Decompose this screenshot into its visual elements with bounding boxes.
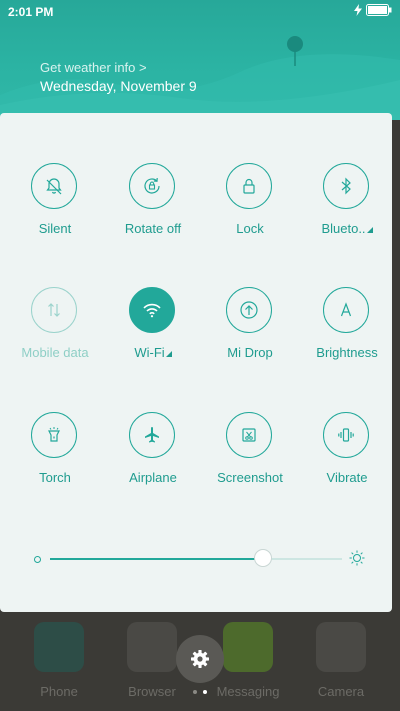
toggle-circle[interactable] [226,412,272,458]
toggle-vibrate[interactable]: Vibrate [298,412,396,522]
toggle-brightness[interactable]: Brightness [298,287,396,397]
toggle-wi-fi[interactable]: Wi-Fi [104,287,202,397]
brightness-low-icon [34,556,41,563]
toggle-label: Brightness [298,345,396,360]
expand-menu-icon[interactable] [366,227,373,233]
toggle-circle[interactable] [323,287,369,333]
toggle-label-text: Screenshot [217,470,283,485]
toggle-label-text: Silent [38,221,72,236]
wifi-icon [143,303,161,318]
toggle-airplane[interactable]: Airplane [104,412,202,522]
dock-app-label: Browser [128,684,176,699]
toggle-label: Torch [6,470,104,485]
mi-drop-icon [240,301,258,319]
toggle-label: Airplane [104,470,202,485]
messaging-app-icon [223,622,273,672]
toggle-circle[interactable] [31,287,77,333]
toggle-label: Silent [6,221,104,236]
expand-menu-icon[interactable] [165,351,172,357]
weather-link[interactable]: Get weather info > [40,60,147,75]
toggle-torch[interactable]: Torch [6,412,104,522]
toggle-circle[interactable] [129,163,175,209]
status-icons [354,4,392,16]
toggle-circle[interactable] [31,163,77,209]
toggle-label-text: Wi-Fi [134,345,165,360]
toggle-lock[interactable]: Lock [201,163,299,273]
toggle-circle[interactable] [323,163,369,209]
brightness-slider-thumb[interactable] [254,549,273,567]
toggle-screenshot[interactable]: Screenshot [201,412,299,522]
toggle-label-text: Mobile data [21,345,89,360]
dock-app-label: Camera [317,684,365,699]
toggle-label-text: Airplane [129,470,177,485]
toggle-label: Lock [201,221,299,236]
toggle-label-text: Lock [236,221,264,236]
toggle-circle[interactable] [129,412,175,458]
mobile-data-icon [48,303,60,317]
toggle-label-text: Torch [39,470,71,485]
toggle-circle[interactable] [129,287,175,333]
toggle-label: Vibrate [298,470,396,485]
date-label: Wednesday, November 9 [40,78,197,94]
settings-button[interactable] [176,635,224,683]
charging-icon [354,4,362,16]
toggle-mobile-data[interactable]: Mobile data [6,287,104,397]
toggle-label: Mi Drop [201,345,299,360]
dock-app-label: Phone [40,684,78,699]
notification-header: 2:01 PM Get weather info > Wednesday, No… [0,0,400,120]
toggle-label: Screenshot [201,470,299,485]
toggle-label-text: Brightness [316,345,378,360]
toggle-blueto[interactable]: Blueto.. [298,163,396,273]
bell-off-icon [46,178,62,195]
toggle-silent[interactable]: Silent [6,163,104,273]
toggle-circle[interactable] [31,412,77,458]
battery-icon [366,4,392,16]
torch-icon [48,427,60,442]
page-indicator [193,690,207,694]
browser-app-icon [127,622,177,672]
toggle-label: Mobile data [6,345,104,360]
bluetooth-icon [341,177,351,195]
lock-icon [243,178,255,194]
toggle-label: Wi-Fi [104,345,202,360]
brightness-auto-icon [340,302,352,317]
toggle-circle[interactable] [226,287,272,333]
gear-icon [191,650,209,668]
brightness-slider[interactable] [50,549,342,567]
camera-app-icon [316,622,366,672]
dock-app-camera[interactable]: Camera [301,622,381,699]
airplane-icon [145,427,159,443]
dock-app-label: Messaging [216,684,280,699]
dock-app-phone[interactable]: Phone [19,622,99,699]
toggle-circle[interactable] [226,163,272,209]
toggle-circle[interactable] [323,412,369,458]
page-dot [203,690,207,694]
quick-settings-panel: Silent Rotate off Lock Blueto.. Mobile data W… [0,113,392,612]
toggle-rotate-off[interactable]: Rotate off [104,163,202,273]
page-dot [193,690,197,694]
brightness-slider-fill [50,558,264,560]
rotate-lock-icon [144,177,160,194]
vibrate-icon [338,428,354,442]
toggle-label: Rotate off [104,221,202,236]
toggle-label-text: Vibrate [326,470,368,485]
toggle-label-text: Blueto.. [321,221,366,236]
phone-app-icon [34,622,84,672]
toggle-label-text: Mi Drop [227,345,273,360]
brightness-high-icon [349,550,365,566]
status-time: 2:01 PM [8,5,54,19]
toggle-mi-drop[interactable]: Mi Drop [201,287,299,397]
status-bar: 2:01 PM [8,4,392,20]
toggle-label: Blueto.. [298,221,396,236]
screenshot-icon [242,428,256,442]
toggle-label-text: Rotate off [124,221,182,236]
